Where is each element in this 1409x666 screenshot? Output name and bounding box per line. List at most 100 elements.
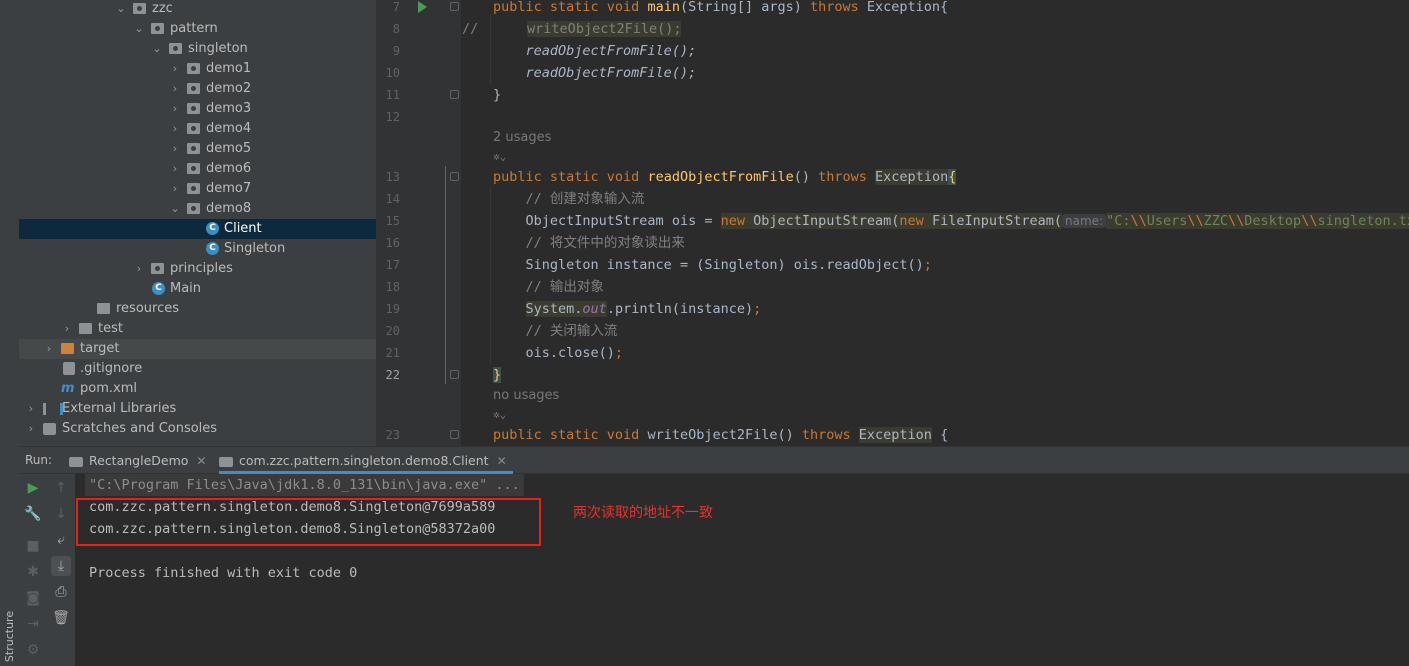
settings-icon[interactable]: ⚙ [23,640,43,660]
tree-item-target[interactable]: › target [19,339,376,359]
package-icon [187,103,200,114]
code-token: Exception [858,427,932,443]
chevron-right-icon[interactable]: › [169,79,181,99]
code-token: "C: [1106,213,1131,229]
tree-item-demo6[interactable]: › demo6 [19,159,376,179]
tree-item-label: pattern [170,21,218,36]
tree-item-singleton-class[interactable]: C Singleton [19,239,376,259]
chevron-right-icon[interactable]: › [169,159,181,179]
arrow-up-icon[interactable]: ↑ [51,478,71,498]
usages-hint[interactable]: 2 usages [493,130,551,145]
chevron-right-icon[interactable]: › [61,319,73,339]
fold-icon[interactable] [450,2,459,11]
run-icon[interactable] [418,1,427,13]
chevron-right-icon[interactable]: › [169,59,181,79]
line-number: 13 [385,170,400,184]
line-number: 14 [385,192,400,206]
tree-item-demo1[interactable]: › demo1 [19,59,376,79]
code-token: // 输出对象 [525,279,604,295]
code-line-18: // 输出对象 [493,276,604,298]
chevron-right-icon[interactable]: › [169,119,181,139]
code-token: } [493,367,502,383]
tree-item-label: principles [170,261,233,276]
chevron-right-icon[interactable]: › [25,419,37,439]
code-editor[interactable]: 7 8 9 10 11 12 13 14 15 16 17 18 19 20 2… [376,0,1409,446]
code-line-17: Singleton instance = (Singleton) ois.rea… [493,254,932,276]
left-tool-strip: Structure [0,0,20,666]
code-token: ZZC [1203,213,1229,229]
tree-item-scratches[interactable]: › Scratches and Consoles [19,419,376,439]
code-token: public static void [493,0,648,15]
tree-item-resources[interactable]: resources [19,299,376,319]
tree-item-demo5[interactable]: › demo5 [19,139,376,159]
soft-wrap-icon[interactable]: ⤶ [51,530,71,550]
wrench-icon[interactable]: 🔧 [23,504,43,524]
tree-item-gitignore[interactable]: .gitignore [19,359,376,379]
fold-icon[interactable] [450,90,459,99]
chevron-down-icon[interactable]: ⌄ [169,199,181,219]
chevron-right-icon[interactable]: › [169,99,181,119]
code-line-10: readObjectFromFile(); [493,62,697,84]
fold-icon[interactable] [450,172,459,181]
line-number: 8 [392,22,400,36]
tree-item-pom[interactable]: m pom.xml [19,379,376,399]
tree-item-principles[interactable]: › principles [19,259,376,279]
code-token: ; [753,301,762,317]
tree-item-demo3[interactable]: › demo3 [19,99,376,119]
package-icon [187,63,200,74]
code-line-22: } [493,364,502,386]
close-icon[interactable]: ✕ [196,454,206,468]
code-token: () [777,427,802,443]
tree-item-demo7[interactable]: › demo7 [19,179,376,199]
parameter-hint: name: [1061,214,1107,228]
structure-tool-tab[interactable]: Structure [1,611,18,664]
package-icon [187,183,200,194]
run-tab-rectangledemo[interactable]: RectangleDemo ✕ [69,447,206,474]
chevron-right-icon[interactable]: › [133,259,145,279]
chevron-right-icon[interactable]: › [169,139,181,159]
debug-icon[interactable]: ✱ [23,562,43,582]
code-line-7: public static void main(String[] args) t… [493,0,948,18]
tree-item-external-libraries[interactable]: › External Libraries [19,399,376,419]
tree-item-demo2[interactable]: › demo2 [19,79,376,99]
tree-item-zzc[interactable]: ⌄ zzc [19,0,376,19]
ai-actions-icon[interactable]: ✲⌄ [493,150,506,163]
chevron-right-icon[interactable]: › [169,179,181,199]
ai-actions-icon[interactable]: ✲⌄ [493,408,506,421]
exit-icon[interactable]: ⇥ [23,614,43,634]
line-number: 11 [385,88,400,102]
chevron-down-icon[interactable]: ⌄ [151,39,163,59]
chevron-down-icon[interactable]: ⌄ [133,19,145,39]
chevron-right-icon[interactable]: › [25,399,37,419]
run-tab-label: RectangleDemo [89,453,189,468]
close-icon[interactable]: ✕ [497,454,507,468]
print-icon[interactable]: ⎙ [51,582,71,602]
arrow-down-icon[interactable]: ↓ [51,504,71,524]
usages-hint[interactable]: no usages [493,388,559,403]
run-label: Run: [25,453,53,467]
scroll-to-end-icon[interactable]: ⤓ [51,556,71,576]
camera-icon[interactable]: ◙ [23,588,43,608]
tree-item-test[interactable]: › test [19,319,376,339]
trash-icon[interactable]: 🗑 [51,608,71,628]
chevron-down-icon[interactable]: ⌄ [115,0,127,19]
tree-item-main[interactable]: C Main [19,279,376,299]
line-number: 12 [385,110,400,124]
annotation-highlight-box [76,498,541,546]
indent-guide [490,188,491,364]
stop-icon[interactable]: ■ [23,536,43,556]
tree-item-demo8[interactable]: ⌄ demo8 [19,199,376,219]
package-icon [169,43,182,54]
code-token: // 将文件中的对象读出来 [525,235,685,251]
chevron-right-icon[interactable]: › [43,339,55,359]
tree-item-demo4[interactable]: › demo4 [19,119,376,139]
fold-icon[interactable] [450,370,459,379]
tree-item-client[interactable]: C Client [19,219,376,239]
package-icon [187,143,200,154]
tree-item-pattern[interactable]: ⌄ pattern [19,19,376,39]
code-token: // 关闭输入流 [525,323,618,339]
fold-icon[interactable] [450,430,459,439]
tree-item-singleton[interactable]: ⌄ singleton [19,39,376,59]
rerun-icon[interactable]: ▶ [23,478,43,498]
run-tab-client[interactable]: com.zzc.pattern.singleton.demo8.Client ✕ [219,447,513,474]
